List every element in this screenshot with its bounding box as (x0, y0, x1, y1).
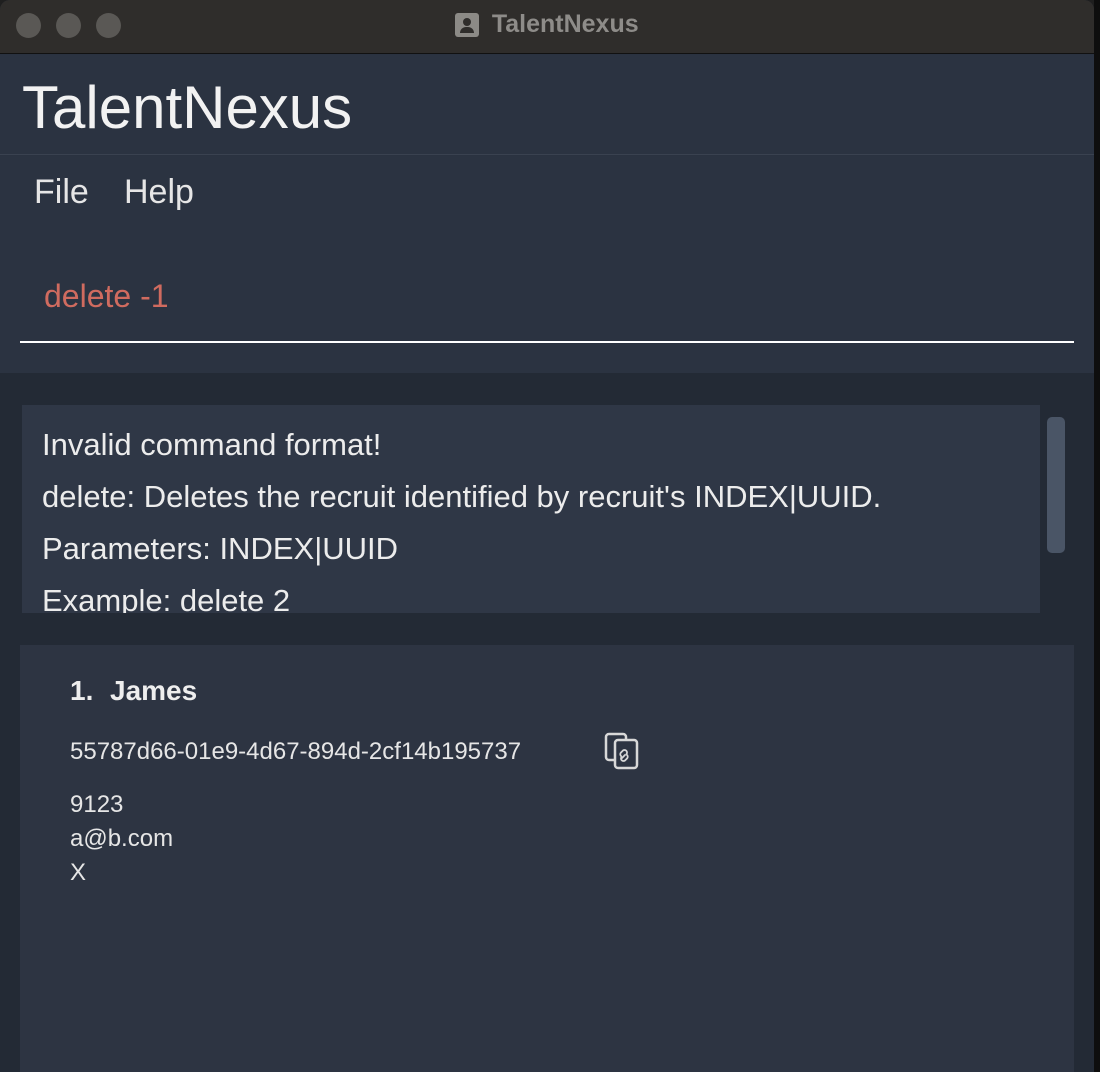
menu-bar: File Help (0, 156, 1094, 231)
app-header: TalentNexus (0, 55, 1094, 155)
app-window: TalentNexus TalentNexus File Help Invali… (0, 0, 1094, 1072)
result-line: Parameters: INDEX|UUID (42, 531, 399, 566)
menu-file[interactable]: File (34, 173, 89, 212)
result-scrollbar[interactable] (1044, 405, 1068, 613)
result-scrollbar-thumb[interactable] (1047, 417, 1065, 553)
window-title: TalentNexus (491, 10, 639, 38)
result-line: Invalid command format! (42, 427, 382, 462)
title-bar[interactable]: TalentNexus (0, 0, 1094, 54)
recruit-address: X (70, 859, 87, 886)
recruit-uuid: 55787d66-01e9-4d67-894d-2cf14b195737 (70, 738, 522, 765)
recruit-name: James (110, 675, 198, 706)
recruit-card[interactable]: 1. James 55787d66-01e9-4d67-894d-2cf14b1… (20, 645, 1074, 1072)
recruit-index: 1. (70, 675, 94, 706)
result-line: delete: Deletes the recruit identified b… (42, 479, 882, 514)
command-area (0, 231, 1094, 373)
desktop-edge (1094, 0, 1100, 1072)
result-display: Invalid command format! delete: Deletes … (22, 405, 1040, 613)
app-window-icon (455, 12, 480, 37)
result-line: Example: delete 2 (42, 583, 291, 613)
app-name-heading: TalentNexus (22, 74, 353, 141)
recruit-email: a@b.com (70, 825, 174, 852)
recruit-list[interactable]: 1. James 55787d66-01e9-4d67-894d-2cf14b1… (20, 645, 1074, 1072)
command-input[interactable] (20, 251, 1074, 343)
recruit-phone: 9123 (70, 791, 124, 818)
copy-link-icon[interactable] (602, 731, 646, 771)
menu-help[interactable]: Help (124, 173, 194, 212)
